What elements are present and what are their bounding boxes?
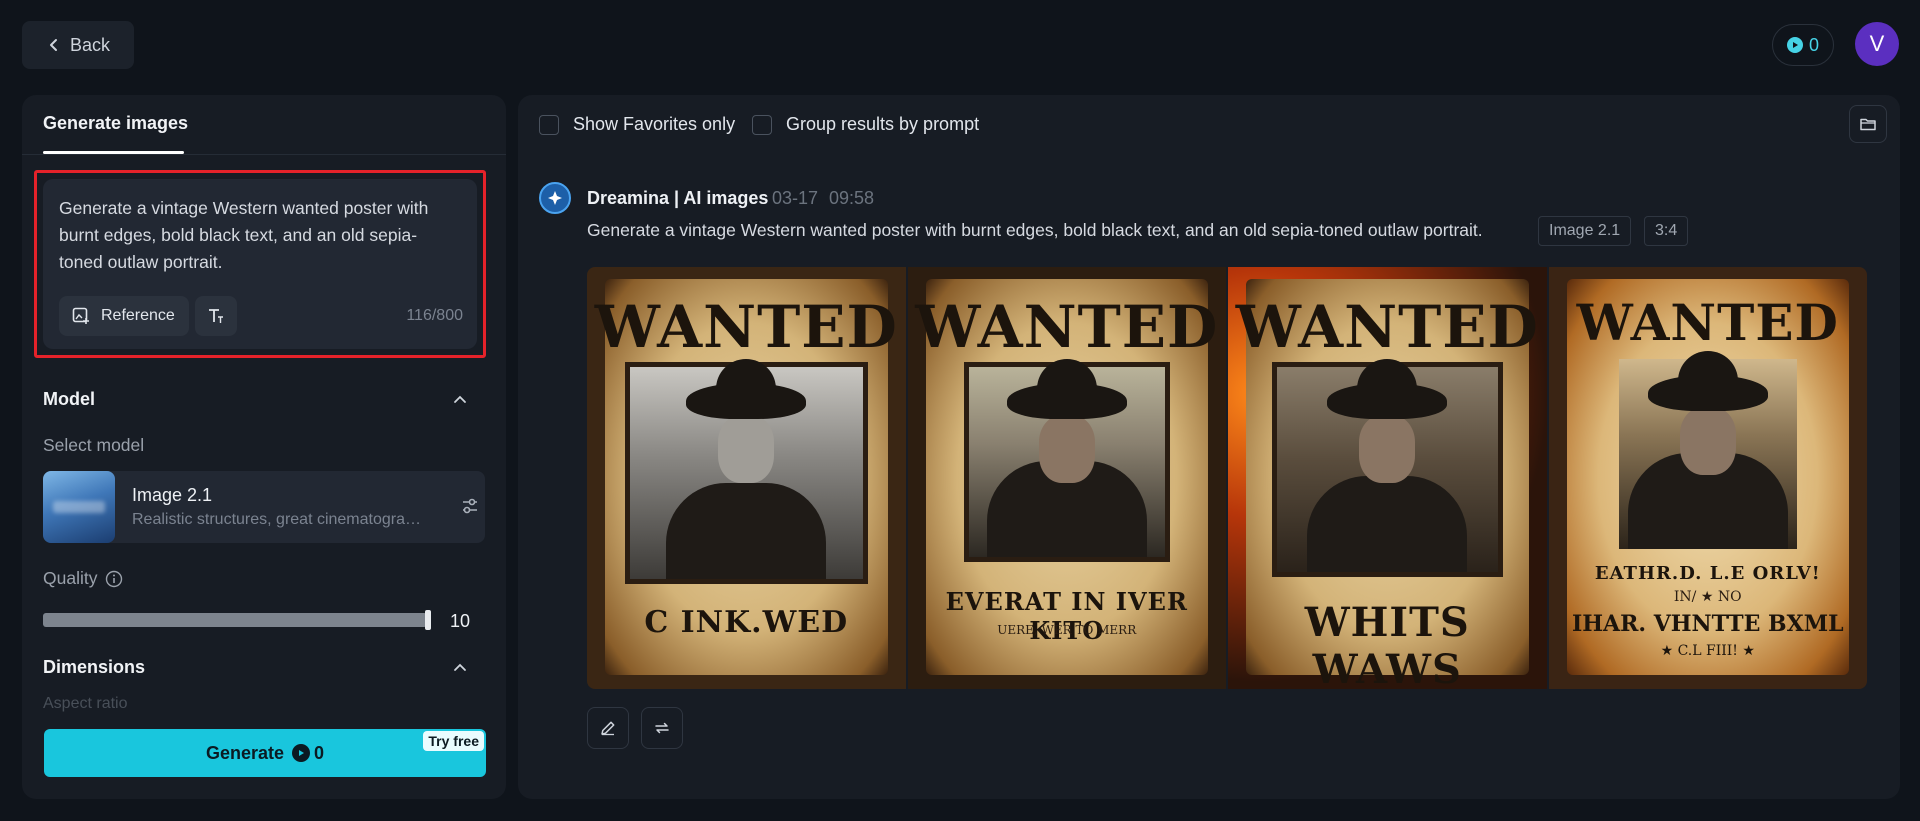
quality-label: Quality [43, 568, 98, 588]
model-thumbnail [43, 471, 115, 543]
pencil-icon [601, 721, 615, 736]
reference-label: Reference [101, 307, 175, 324]
show-favorites-label: Show Favorites only [573, 114, 736, 134]
generate-button[interactable]: Generate 0 Try free [44, 729, 486, 777]
reference-button[interactable]: Reference [59, 296, 189, 336]
quality-slider[interactable] [43, 610, 431, 630]
model-name: Image 2.1 [132, 485, 213, 505]
aspect-ratio-label: Aspect ratio [43, 695, 128, 712]
prompt-text[interactable]: Generate a vintage Western wanted poster… [59, 195, 459, 276]
back-label: Back [69, 34, 111, 55]
poster-caption: C INK.WED [644, 605, 849, 640]
poster-subcaption: IN/ ★ NO [1673, 589, 1742, 605]
poster-caption-2: IHAR. VHNTTE BXML [1571, 611, 1844, 637]
text-style-button[interactable] [195, 296, 237, 336]
result-time: 09:58 [829, 188, 875, 208]
group-results-label: Group results by prompt [786, 114, 980, 134]
poster-title: WANTED [1235, 293, 1539, 361]
model-tag: Image 2.1 [1538, 216, 1632, 246]
group-results-checkbox[interactable]: Group results by prompt [752, 114, 979, 135]
credits-count: 0 [1808, 34, 1819, 55]
poster-caption: EATHR.D. L.E ORLV! [1594, 563, 1821, 584]
try-free-badge: Try free [423, 731, 484, 751]
quality-value: 10 [450, 611, 471, 631]
source-name: Dreamina | AI images [587, 188, 769, 208]
poster-title: WANTED [1576, 293, 1839, 352]
outlaw-portrait [625, 359, 868, 584]
quality-slider-handle[interactable] [425, 610, 431, 630]
edit-button[interactable] [587, 707, 629, 749]
quality-slider-fill [43, 613, 427, 627]
outlaw-portrait [1618, 351, 1797, 549]
avatar[interactable]: V [1855, 22, 1899, 66]
chevron-up-icon[interactable] [452, 660, 468, 676]
back-button[interactable]: Back [22, 21, 134, 69]
result-image[interactable]: WANTED EVERAT IN IVER KITO UERE, WER TO … [907, 267, 1226, 689]
result-prompt[interactable]: Generate a vintage Western wanted poster… [587, 220, 1483, 241]
checkbox-box[interactable] [539, 114, 559, 135]
generate-panel: Generate images Generate a vintage Weste… [22, 95, 506, 799]
tab-generate-images[interactable]: Generate images [43, 113, 188, 134]
show-favorites-checkbox[interactable]: Show Favorites only [539, 114, 735, 135]
poster-title: WANTED [915, 293, 1219, 361]
panel-tabs: Generate images [22, 95, 506, 155]
regenerate-button[interactable] [641, 707, 683, 749]
generate-label: Generate [205, 742, 285, 763]
chevron-up-icon[interactable] [452, 392, 468, 408]
outlaw-portrait [963, 359, 1170, 562]
generate-cost-value: 0 [314, 742, 325, 763]
folder-icon [1860, 118, 1876, 131]
dreamina-logo-icon [539, 182, 571, 214]
results-panel: Show Favorites only Group results by pro… [518, 95, 1900, 799]
active-tab-indicator [43, 151, 184, 154]
checkbox-box[interactable] [752, 114, 772, 135]
dimensions-section-title: Dimensions [43, 657, 146, 677]
result-date: 03-17 [772, 188, 819, 208]
quality-label-row: Quality [43, 568, 123, 589]
image-add-icon [72, 307, 89, 324]
generate-cost: 0 [292, 743, 324, 764]
poster-subcaption: UERE, WER TO MERR [997, 623, 1137, 637]
sliders-icon[interactable] [459, 495, 481, 517]
poster-title: WANTED [594, 293, 898, 361]
info-icon[interactable] [105, 570, 123, 588]
outlaw-portrait [1272, 359, 1503, 577]
result-image[interactable]: WANTED EATHR.D. L.E ORLV! IN/ ★ NO IHAR.… [1548, 267, 1867, 689]
ratio-tag: 3:4 [1644, 216, 1689, 246]
prompt-highlight: Generate a vintage Western wanted poster… [34, 170, 486, 358]
repeat-icon [655, 722, 669, 734]
model-section-title: Model [43, 389, 95, 409]
credit-icon [292, 744, 311, 762]
model-selector[interactable]: Image 2.1 Realistic structures, great ci… [43, 471, 485, 543]
text-format-icon [209, 309, 223, 323]
result-images: WANTED C INK.WED WANTED EVERAT IN IVER K… [587, 267, 1867, 689]
char-count: 116/800 [406, 307, 463, 324]
prompt-input[interactable]: Generate a vintage Western wanted poster… [43, 179, 477, 349]
select-model-label: Select model [43, 435, 145, 455]
poster-caption: WHITS WAWS [1304, 599, 1470, 689]
credits-badge[interactable]: 0 [1772, 24, 1834, 66]
poster-caption-3: ★ C.L FIII! ★ [1660, 643, 1755, 659]
folder-button[interactable] [1849, 105, 1887, 143]
model-description: Realistic structures, great cinematograp… [132, 511, 422, 528]
credit-icon [1786, 37, 1803, 53]
result-image[interactable]: WANTED C INK.WED [587, 267, 906, 689]
chevron-left-icon [49, 39, 57, 51]
result-image[interactable]: WANTED WHITS WAWS [1228, 267, 1547, 689]
